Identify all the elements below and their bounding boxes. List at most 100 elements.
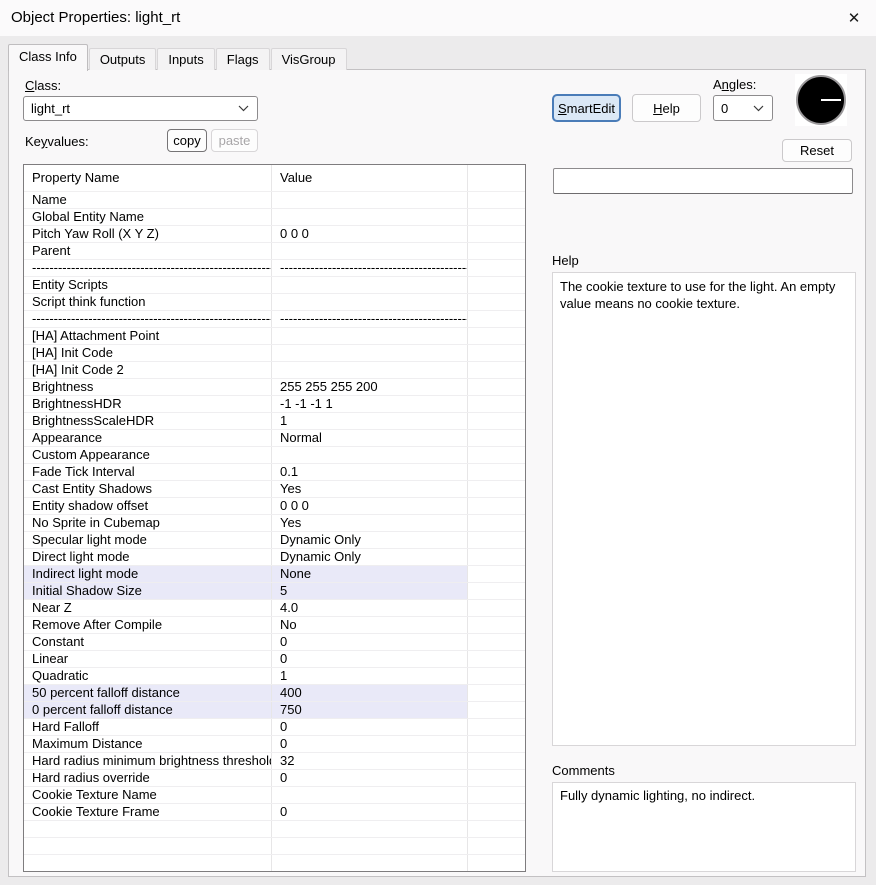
table-row[interactable]: Remove After CompileNo xyxy=(24,617,525,634)
table-row[interactable]: 0 percent falloff distance750 xyxy=(24,702,525,719)
table-row[interactable]: Constant0 xyxy=(24,634,525,651)
property-value-cell: 1 xyxy=(272,668,468,684)
table-row[interactable]: Hard radius minimum brightness threshold… xyxy=(24,753,525,770)
tab-outputs[interactable]: Outputs xyxy=(89,48,157,70)
spacer-cell xyxy=(468,226,525,242)
property-value-cell: -1 -1 -1 1 xyxy=(272,396,468,412)
spacer-cell xyxy=(468,345,525,361)
class-select[interactable]: light_rt xyxy=(23,96,258,121)
property-value-cell: 0 0 0 xyxy=(272,226,468,242)
tab-flags[interactable]: Flags xyxy=(216,48,270,70)
property-value-cell xyxy=(272,787,468,803)
property-value-cell xyxy=(272,821,468,837)
table-row[interactable]: Initial Shadow Size5 xyxy=(24,583,525,600)
spacer-cell xyxy=(468,804,525,820)
table-row[interactable]: BrightnessScaleHDR1 xyxy=(24,413,525,430)
spacer-cell xyxy=(468,328,525,344)
property-name-cell: Brightness xyxy=(24,379,272,395)
table-row[interactable]: BrightnessHDR-1 -1 -1 1 xyxy=(24,396,525,413)
spacer-cell xyxy=(468,532,525,548)
tab-class-info[interactable]: Class Info xyxy=(8,44,88,71)
property-value-cell: 0 0 0 xyxy=(272,498,468,514)
angle-dial-needle xyxy=(821,99,841,101)
angle-dial[interactable] xyxy=(795,74,847,126)
property-name-cell: ----------------------------------------… xyxy=(24,260,272,276)
angles-select[interactable]: 0 xyxy=(713,95,773,121)
class-info-page: Class: light_rt Keyvalues: copy paste Sm… xyxy=(8,69,866,877)
table-row[interactable]: [HA] Init Code xyxy=(24,345,525,362)
table-row[interactable]: AppearanceNormal xyxy=(24,430,525,447)
spacer-cell xyxy=(468,396,525,412)
property-value-cell: 255 255 255 200 xyxy=(272,379,468,395)
table-row[interactable]: Pitch Yaw Roll (X Y Z)0 0 0 xyxy=(24,226,525,243)
table-row[interactable]: No Sprite in CubemapYes xyxy=(24,515,525,532)
keyvalues-table-header: Property Name Value xyxy=(24,165,525,192)
table-row[interactable] xyxy=(24,821,525,838)
property-value-cell: 400 xyxy=(272,685,468,701)
tab-visgroup[interactable]: VisGroup xyxy=(271,48,347,70)
property-value-cell: 1 xyxy=(272,413,468,429)
table-row[interactable]: Entity Scripts xyxy=(24,277,525,294)
property-value-cell: 5 xyxy=(272,583,468,599)
table-row[interactable]: Indirect light modeNone xyxy=(24,566,525,583)
table-row[interactable] xyxy=(24,838,525,855)
property-name-cell xyxy=(24,838,272,854)
table-row[interactable]: Brightness255 255 255 200 xyxy=(24,379,525,396)
table-row[interactable]: Quadratic1 xyxy=(24,668,525,685)
table-row[interactable]: Global Entity Name xyxy=(24,209,525,226)
property-value-cell xyxy=(272,855,468,871)
property-name-cell: Near Z xyxy=(24,600,272,616)
spacer-cell xyxy=(468,549,525,565)
table-row[interactable]: Parent xyxy=(24,243,525,260)
spacer-cell xyxy=(468,583,525,599)
property-value-cell xyxy=(272,209,468,225)
table-row[interactable]: Specular light modeDynamic Only xyxy=(24,532,525,549)
property-name-cell: Pitch Yaw Roll (X Y Z) xyxy=(24,226,272,242)
copy-button[interactable]: copy xyxy=(167,129,207,152)
table-separator-row[interactable]: ----------------------------------------… xyxy=(24,260,525,277)
property-name-cell: [HA] Attachment Point xyxy=(24,328,272,344)
table-row[interactable]: [HA] Init Code 2 xyxy=(24,362,525,379)
spacer-cell xyxy=(468,311,525,327)
spacer-cell xyxy=(468,566,525,582)
table-row[interactable]: Hard Falloff0 xyxy=(24,719,525,736)
spacer-cell xyxy=(468,668,525,684)
table-row[interactable]: Hard radius override0 xyxy=(24,770,525,787)
property-name-cell: Cookie Texture Name xyxy=(24,787,272,803)
smartedit-button[interactable]: SmartEdit xyxy=(552,94,621,122)
close-icon[interactable]: ✕ xyxy=(838,3,870,33)
tab-inputs[interactable]: Inputs xyxy=(157,48,214,70)
table-row[interactable]: Entity shadow offset0 0 0 xyxy=(24,498,525,515)
table-separator-row[interactable]: ----------------------------------------… xyxy=(24,311,525,328)
table-row[interactable]: Near Z4.0 xyxy=(24,600,525,617)
spacer-cell xyxy=(468,838,525,854)
comments-textarea[interactable]: Fully dynamic lighting, no indirect. xyxy=(552,782,856,872)
comments-label: Comments xyxy=(552,763,615,778)
property-name-cell: Name xyxy=(24,192,272,208)
table-row[interactable]: Direct light modeDynamic Only xyxy=(24,549,525,566)
table-row[interactable]: [HA] Attachment Point xyxy=(24,328,525,345)
table-row[interactable]: Script think function xyxy=(24,294,525,311)
table-row[interactable] xyxy=(24,855,525,872)
table-row[interactable]: Custom Appearance xyxy=(24,447,525,464)
table-row[interactable]: Maximum Distance0 xyxy=(24,736,525,753)
property-value-cell: 0 xyxy=(272,719,468,735)
property-value-cell xyxy=(272,243,468,259)
keyvalues-table[interactable]: Property Name Value NameGlobal Entity Na… xyxy=(23,164,526,872)
paste-button[interactable]: paste xyxy=(211,129,258,152)
spacer-cell xyxy=(468,855,525,871)
table-row[interactable]: Linear0 xyxy=(24,651,525,668)
table-row[interactable]: 50 percent falloff distance400 xyxy=(24,685,525,702)
table-row[interactable]: Fade Tick Interval0.1 xyxy=(24,464,525,481)
table-row[interactable]: Cookie Texture Name xyxy=(24,787,525,804)
spacer-cell xyxy=(468,209,525,225)
help-button[interactable]: Help xyxy=(632,94,701,122)
table-row[interactable]: Cast Entity ShadowsYes xyxy=(24,481,525,498)
reset-button[interactable]: Reset xyxy=(782,139,852,162)
table-row[interactable]: Cookie Texture Frame0 xyxy=(24,804,525,821)
table-row[interactable]: Name xyxy=(24,192,525,209)
value-edit-input[interactable] xyxy=(553,168,853,194)
window-title: Object Properties: light_rt xyxy=(11,0,180,36)
property-name-cell: Linear xyxy=(24,651,272,667)
spacer-cell xyxy=(468,821,525,837)
